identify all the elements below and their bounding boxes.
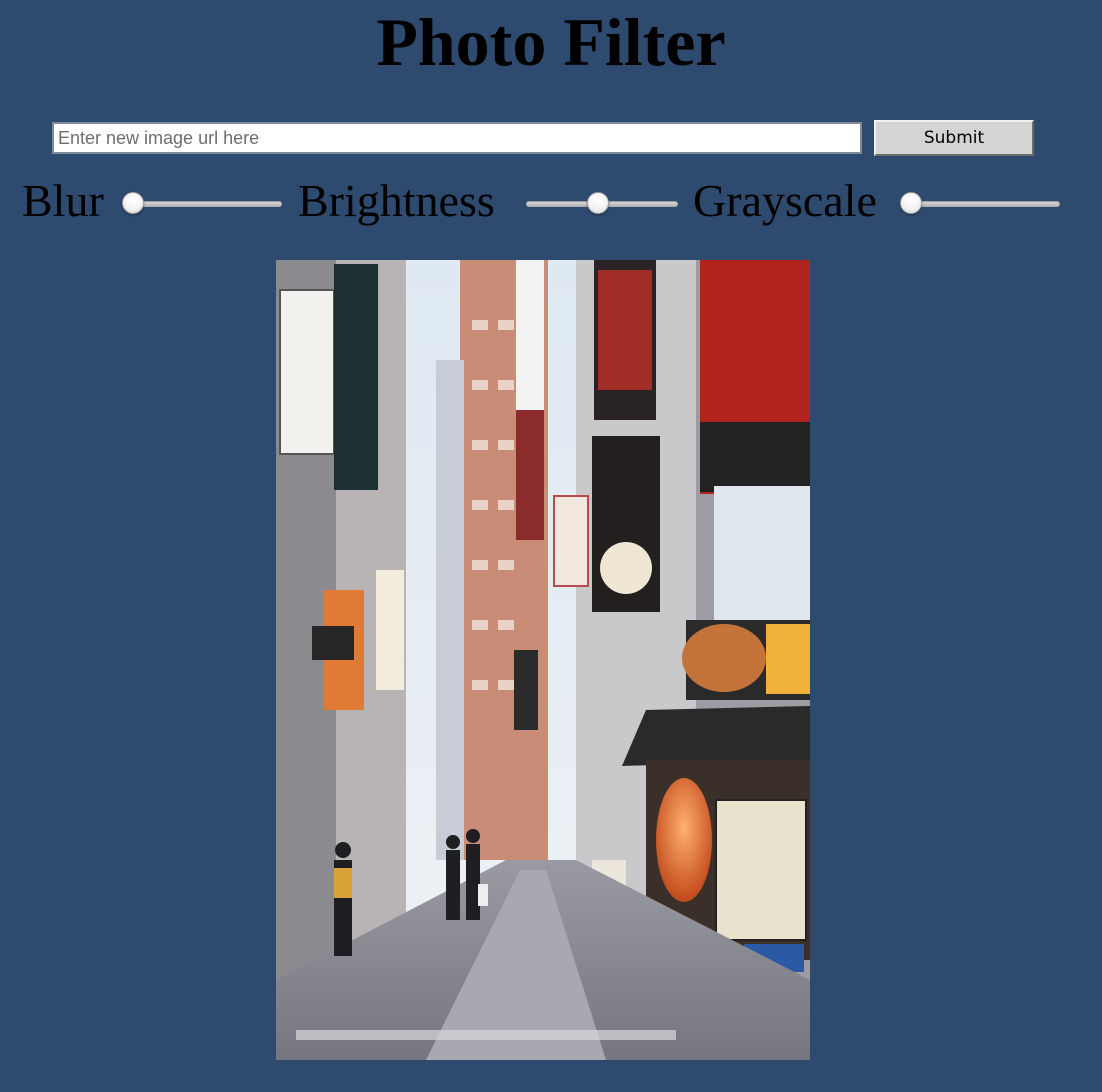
blur-slider-track[interactable]: [130, 201, 282, 207]
grayscale-slider-thumb[interactable]: [900, 192, 922, 214]
image-url-input[interactable]: [52, 122, 862, 154]
blur-label: Blur: [22, 175, 104, 226]
grayscale-label: Grayscale: [693, 175, 877, 226]
blur-slider-thumb[interactable]: [122, 192, 144, 214]
page-title: Photo Filter: [376, 4, 726, 80]
brightness-label: Brightness: [298, 175, 495, 226]
blur-slider[interactable]: [122, 192, 282, 216]
grayscale-slider-track[interactable]: [908, 201, 1060, 207]
brightness-slider-thumb[interactable]: [587, 192, 609, 214]
submit-button[interactable]: Submit: [874, 120, 1034, 156]
brightness-slider[interactable]: [518, 192, 678, 216]
street-scene-photo: [276, 260, 810, 1060]
grayscale-slider[interactable]: [900, 192, 1060, 216]
